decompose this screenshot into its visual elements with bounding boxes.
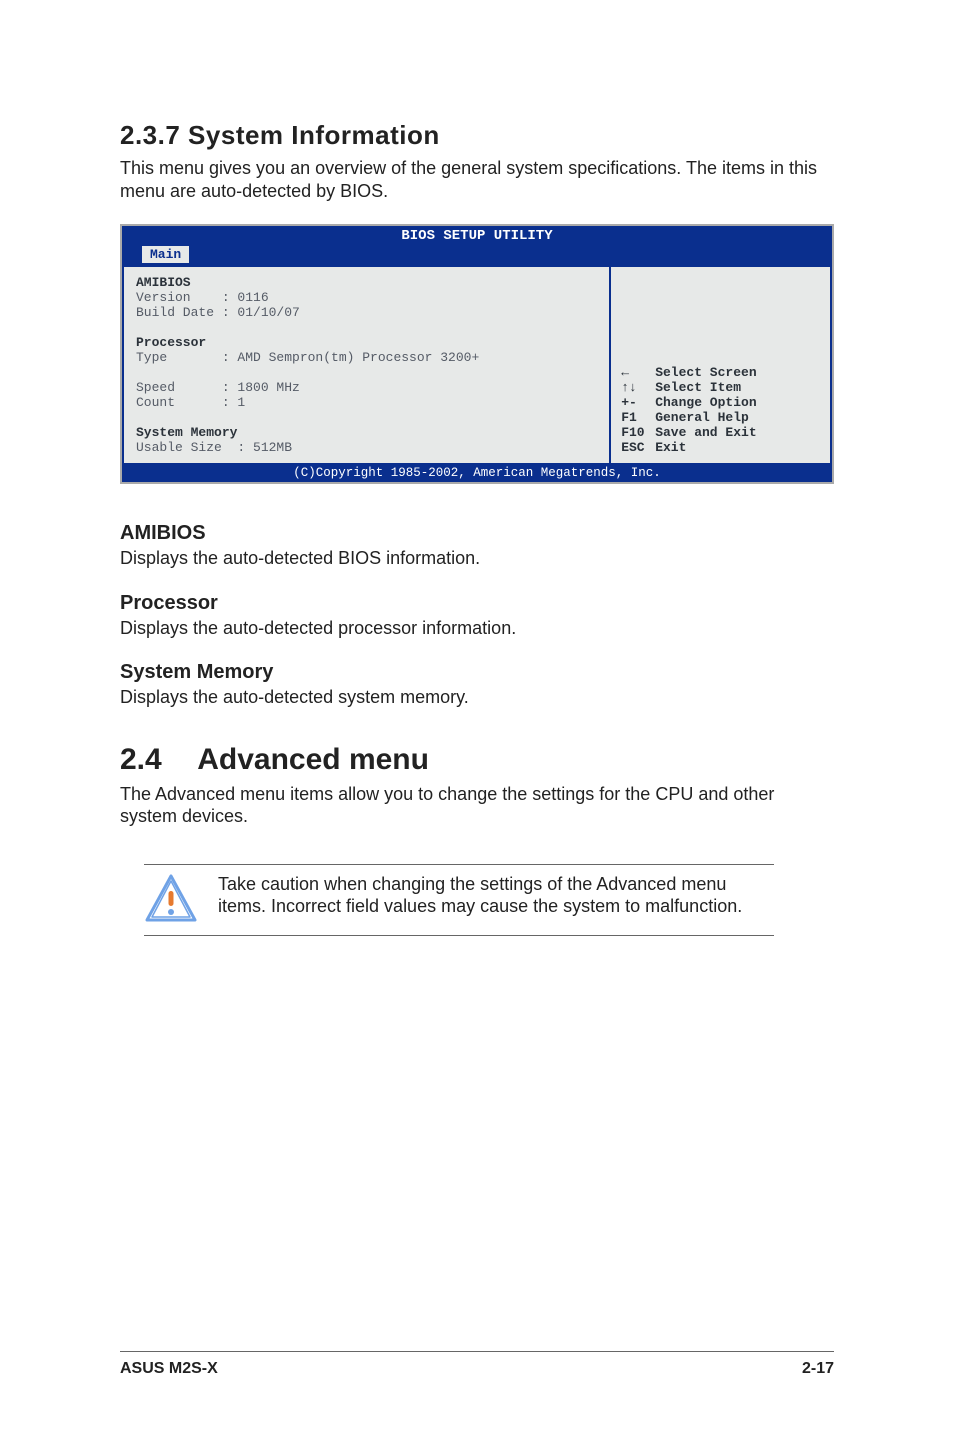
- hint-key-plusminus: +-: [621, 395, 649, 410]
- arrow-left-icon: ←: [621, 365, 649, 380]
- hint-exit: Exit: [655, 440, 820, 455]
- bios-count-line: Count : 1: [136, 395, 597, 410]
- bios-speed-line: Speed : 1800 MHz: [136, 380, 597, 395]
- processor-label: Processor: [136, 335, 597, 350]
- bios-copyright: (C)Copyright 1985-2002, American Megatre…: [122, 465, 832, 482]
- advanced-menu-intro: The Advanced menu items allow you to cha…: [120, 783, 834, 828]
- bios-tabrow: Main: [122, 245, 832, 265]
- bios-builddate-line: Build Date : 01/10/07: [136, 305, 597, 320]
- system-memory-label: System Memory: [136, 425, 597, 440]
- hint-key-f1: F1: [621, 410, 649, 425]
- advanced-menu-number: 2.4: [120, 743, 190, 777]
- system-memory-paragraph: Displays the auto-detected system memory…: [120, 686, 834, 709]
- page-footer: ASUS M2S-X 2-17: [120, 1351, 834, 1378]
- amibios-paragraph: Displays the auto-detected BIOS informat…: [120, 547, 834, 570]
- amibios-label: AMIBIOS: [136, 275, 597, 290]
- hint-save-exit: Save and Exit: [655, 425, 820, 440]
- footer-left: ASUS M2S-X: [120, 1360, 218, 1378]
- bios-type-line: Type : AMD Sempron(tm) Processor 3200+: [136, 350, 597, 365]
- section-title: 2.3.7 System Information: [120, 120, 834, 151]
- caution-callout: Take caution when changing the settings …: [144, 864, 774, 936]
- arrows-updown-icon: ↑↓: [621, 380, 649, 395]
- amibios-heading: AMIBIOS: [120, 522, 834, 545]
- hint-general-help: General Help: [655, 410, 820, 425]
- hint-select-item: Select Item: [655, 380, 820, 395]
- bios-screenshot: BIOS SETUP UTILITY Main AMIBIOS Version …: [120, 224, 834, 484]
- page: 2.3.7 System Information This menu gives…: [0, 0, 954, 1438]
- advanced-menu-title: 2.4 Advanced menu: [120, 743, 834, 777]
- bios-tab-main: Main: [142, 246, 189, 263]
- bios-right-panel: ← Select Screen ↑↓ Select Item +- Change…: [609, 265, 832, 465]
- bios-usable-line: Usable Size : 512MB: [136, 440, 597, 455]
- bios-left-panel: AMIBIOS Version : 0116 Build Date : 01/1…: [122, 265, 609, 465]
- system-memory-heading: System Memory: [120, 661, 834, 684]
- processor-heading: Processor: [120, 592, 834, 615]
- hint-select-screen: Select Screen: [655, 365, 820, 380]
- bios-version-line: Version : 0116: [136, 290, 597, 305]
- footer-right: 2-17: [802, 1360, 834, 1378]
- advanced-menu-label: Advanced menu: [197, 743, 429, 776]
- caution-icon: [144, 873, 198, 927]
- bios-titlebar: BIOS SETUP UTILITY: [122, 226, 832, 245]
- bios-hint-grid: ← Select Screen ↑↓ Select Item +- Change…: [621, 365, 820, 455]
- hint-key-esc: ESC: [621, 440, 649, 455]
- processor-paragraph: Displays the auto-detected processor inf…: [120, 617, 834, 640]
- hint-key-f10: F10: [621, 425, 649, 440]
- caution-text: Take caution when changing the settings …: [218, 873, 764, 918]
- bios-body: AMIBIOS Version : 0116 Build Date : 01/1…: [122, 265, 832, 465]
- section-intro: This menu gives you an overview of the g…: [120, 157, 834, 202]
- hint-change-option: Change Option: [655, 395, 820, 410]
